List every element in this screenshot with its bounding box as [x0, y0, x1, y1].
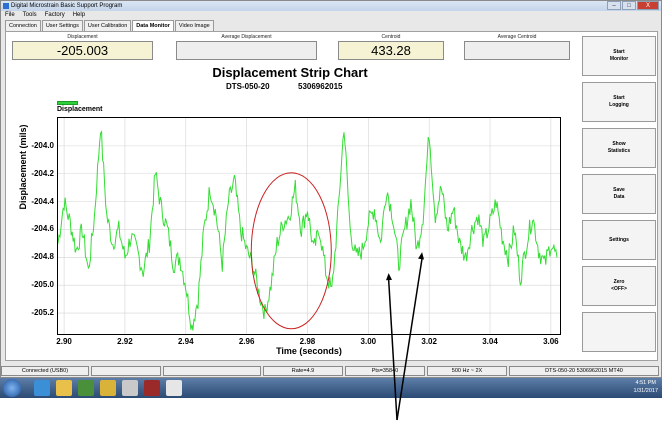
status-sample-rate: 500 Hz ~ 2X: [427, 366, 507, 376]
app-icon-2[interactable]: [122, 380, 138, 396]
window-title: Digital Microstrain Basic Support Progra…: [11, 3, 123, 9]
menu-bar: File Tools Factory Help: [1, 11, 661, 20]
x-tick-label: 3.04: [482, 337, 498, 346]
plot-area: [57, 117, 561, 335]
avg-displacement-value: [176, 41, 317, 60]
x-tick-label: 3.06: [543, 337, 559, 346]
x-tick-label: 2.90: [56, 337, 72, 346]
x-tick-label: 2.98: [299, 337, 316, 346]
y-tick-label: -204.6: [31, 224, 54, 234]
menu-tools[interactable]: Tools: [23, 11, 37, 20]
x-axis-label: Time (seconds): [276, 346, 342, 356]
menu-factory[interactable]: Factory: [45, 11, 65, 20]
chart-title: Displacement Strip Chart: [212, 65, 368, 80]
x-tick-label: 2.96: [238, 337, 255, 346]
document-icon[interactable]: [166, 380, 182, 396]
displacement-label: Displacement: [67, 34, 98, 40]
avg-centroid-value: [464, 41, 570, 60]
zero-button[interactable]: Zero <OFF>: [582, 266, 656, 306]
folder-icon[interactable]: [56, 380, 72, 396]
microstrain-icon[interactable]: [144, 380, 160, 396]
start-button[interactable]: [3, 379, 21, 397]
menu-help[interactable]: Help: [73, 11, 85, 20]
x-tick-label: 2.92: [117, 337, 133, 346]
avg-centroid-label: Average Centroid: [497, 34, 537, 40]
legend-swatch: [57, 101, 78, 105]
maximize-button[interactable]: □: [622, 1, 636, 10]
tab-user-calibration[interactable]: User Calibration: [83, 20, 132, 31]
tab-data-monitor[interactable]: Data Monitor: [132, 20, 174, 31]
y-tick-label: -204.4: [31, 196, 54, 206]
legend-label: Displacement: [57, 106, 103, 113]
avg-displacement-label: Average Displacement: [221, 34, 272, 40]
tab-connection[interactable]: Connection: [5, 20, 41, 31]
app-icon: [3, 3, 9, 9]
status-blank-2: [163, 366, 261, 376]
ie-icon[interactable]: [34, 380, 50, 396]
tab-user-settings[interactable]: User Settings: [41, 20, 83, 31]
centroid-label: Centroid: [381, 34, 401, 40]
system-tray: 4:51 PM 1/31/2017: [634, 379, 658, 395]
blank-button[interactable]: [582, 312, 656, 352]
excel-icon[interactable]: [78, 380, 94, 396]
show-statistics-button[interactable]: Show Statistics: [582, 128, 656, 168]
status-blank-1: [91, 366, 161, 376]
chart-subtitle-model: DTS-050-20: [226, 82, 270, 91]
avg-displacement-readout: Average Displacement: [176, 34, 317, 60]
y-tick-label: -204.0: [31, 140, 54, 150]
title-bar: Digital Microstrain Basic Support Progra…: [1, 1, 661, 11]
start-monitor-button[interactable]: Start Monitor: [582, 36, 656, 76]
minimize-button[interactable]: –: [607, 1, 621, 10]
tab-strip: Connection User Settings User Calibratio…: [5, 20, 215, 31]
chrome-icon[interactable]: [100, 380, 116, 396]
displacement-value: -205.003: [12, 41, 153, 60]
status-device: DTS-050-20 5306962015 MT40: [509, 366, 659, 376]
status-bar: Connected (USB0) Rate=4.9 Pts=35840 500 …: [1, 366, 661, 377]
settings-button[interactable]: Settings: [582, 220, 656, 260]
x-tick-label: 3.00: [360, 337, 377, 346]
plot-svg: [58, 118, 560, 334]
y-tick-label: -204.2: [31, 168, 54, 178]
status-connection: Connected (USB0): [1, 366, 89, 376]
tray-time: 4:51 PM: [635, 380, 656, 386]
close-button[interactable]: X: [637, 1, 659, 10]
taskbar: 4:51 PM 1/31/2017: [0, 378, 662, 398]
tray-date: 1/31/2017: [633, 388, 658, 394]
app-window: Digital Microstrain Basic Support Progra…: [0, 0, 662, 378]
window-controls: – □ X: [607, 1, 659, 11]
y-tick-label: -204.8: [31, 252, 54, 262]
data-monitor-panel: Displacement -205.003 Average Displaceme…: [5, 31, 658, 361]
save-data-button[interactable]: Save Data: [582, 174, 656, 214]
x-tick-label: 3.02: [421, 337, 437, 346]
strip-chart: Displacement Strip Chart DTS-050-20 5306…: [6, 62, 574, 362]
menu-file[interactable]: File: [5, 11, 15, 20]
avg-centroid-readout: Average Centroid: [464, 34, 570, 60]
tab-video-image[interactable]: Video Image: [174, 20, 214, 31]
start-logging-button[interactable]: Start Logging: [582, 82, 656, 122]
x-tick-label: 2.94: [177, 337, 194, 346]
y-tick-label: -205.0: [31, 280, 54, 290]
displacement-readout: Displacement -205.003: [12, 34, 153, 60]
y-tick-label: -205.2: [31, 308, 54, 318]
y-axis-label: Displacement (mils): [18, 124, 28, 210]
side-button-panel: Start Monitor Start Logging Show Statist…: [579, 32, 659, 362]
status-rate: Rate=4.9: [263, 366, 343, 376]
centroid-value: 433.28: [338, 41, 444, 60]
centroid-readout: Centroid 433.28: [338, 34, 444, 60]
status-points: Pts=35840: [345, 366, 425, 376]
chart-subtitle-serial: 5306962015: [298, 82, 343, 91]
